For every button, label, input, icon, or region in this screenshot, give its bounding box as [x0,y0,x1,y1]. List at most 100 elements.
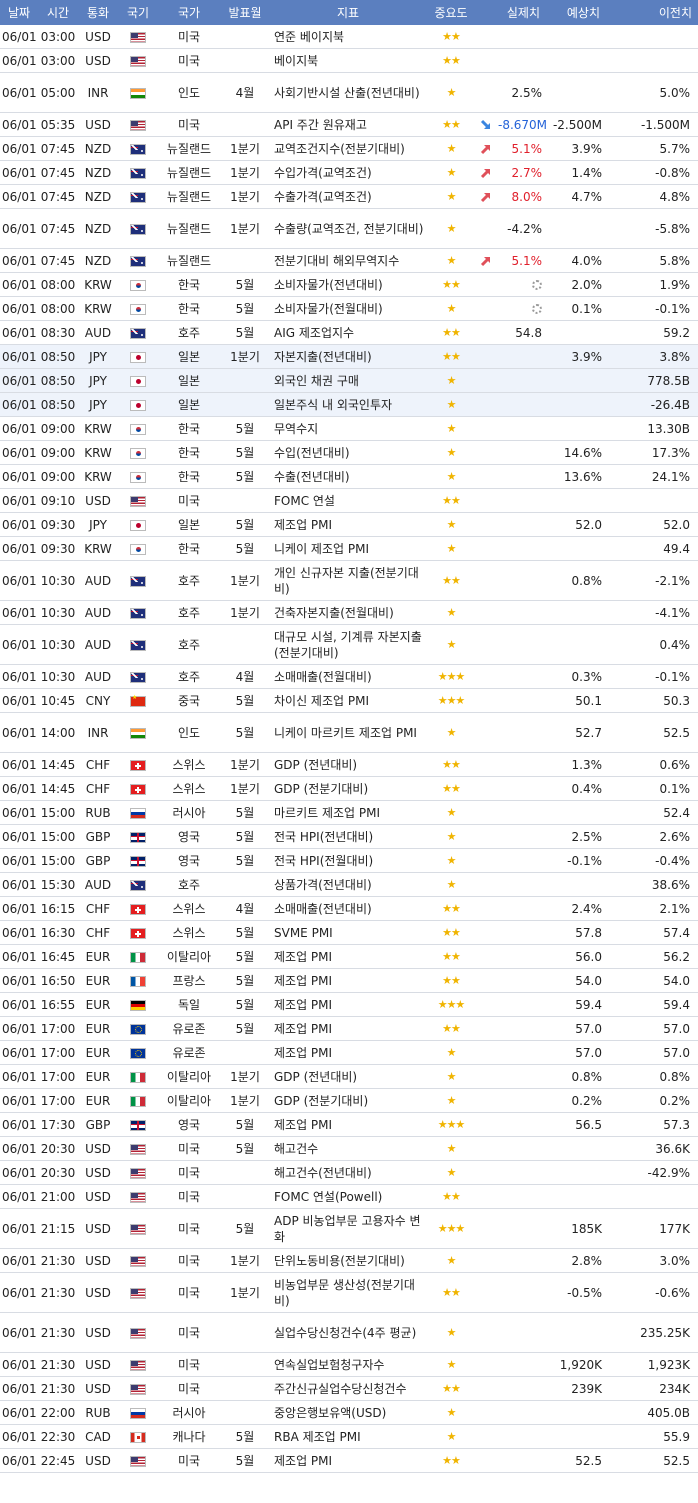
cell-indicator[interactable]: 소매매출(전년대비) [270,896,426,921]
table-row[interactable]: 06/01 10:30 AUD 호주 1분기 개인 신규자본 지출(전분기대비) ★★ 0.8… [0,560,698,601]
cell-indicator[interactable]: 소매매출(전월대비) [270,664,426,689]
table-row[interactable]: 06/01 03:00 USD 미국 베이지북 ★★ [0,48,698,73]
cell-indicator[interactable]: 제조업 PMI [270,1016,426,1041]
cell-indicator[interactable]: 교역조건지수(전분기대비) [270,136,426,161]
table-row[interactable]: 06/01 22:45 USD 미국 5월 제조업 PMI ★★ 52.5 52.5 [0,1448,698,1473]
table-row[interactable]: 06/01 09:00 KRW 한국 5월 수출(전년대비) ★ 13.6% 24.1% [0,464,698,489]
table-row[interactable]: 06/01 08:50 JPY 일본 외국인 채권 구매 ★ 778.5B [0,368,698,393]
header-actual[interactable]: 실제치 [496,0,546,25]
header-previous[interactable]: 이전치 [606,0,698,25]
cell-indicator[interactable]: FOMC 연설 [270,488,426,513]
table-row[interactable]: 06/01 08:30 AUD 호주 5월 AIG 제조업지수 ★★ 54.8 59.2 [0,320,698,345]
table-row[interactable]: 06/01 17:00 EUR 유로존 5월 제조업 PMI ★★ 57.0 57.0 [0,1016,698,1041]
cell-indicator[interactable]: AIG 제조업지수 [270,320,426,345]
table-row[interactable]: 06/01 10:30 AUD 호주 4월 소매매출(전월대비) ★★★ 0.3% -0.1% [0,664,698,689]
cell-indicator[interactable]: 주간신규실업수당신청건수 [270,1376,426,1401]
cell-indicator[interactable]: 무역수지 [270,416,426,441]
table-row[interactable]: 06/01 08:00 KRW 한국 5월 소비자물가(전월대비) ★ 0.1% -0.1% [0,296,698,321]
table-row[interactable]: 06/01 08:50 JPY 일본 1분기 자본지출(전년대비) ★★ 3.9% 3.8% [0,344,698,369]
cell-indicator[interactable]: 전국 HPI(전년대비) [270,824,426,849]
cell-indicator[interactable]: FOMC 연설(Powell) [270,1184,426,1209]
cell-indicator[interactable]: 제조업 PMI [270,1112,426,1137]
cell-indicator[interactable]: 차이신 제조업 PMI [270,688,426,713]
header-currency[interactable]: 통화 [78,0,118,25]
cell-indicator[interactable]: ADP 비농업부문 고용자수 변화 [270,1208,426,1249]
table-row[interactable]: 06/01 17:30 GBP 영국 5월 제조업 PMI ★★★ 56.5 57.3 [0,1112,698,1137]
table-row[interactable]: 06/01 07:45 NZD 뉴질랜드 1분기 교역조건지수(전분기대비) ★ 5.1% 3.… [0,136,698,161]
header-forecast[interactable]: 예상치 [546,0,606,25]
cell-indicator[interactable]: 일본주식 내 외국인투자 [270,392,426,417]
header-country[interactable]: 국가 [158,0,220,25]
table-row[interactable]: 06/01 20:30 USD 미국 해고건수(전년대비) ★ -42.9% [0,1160,698,1185]
table-row[interactable]: 06/01 17:00 EUR 유로존 제조업 PMI ★ 57.0 57.0 [0,1040,698,1065]
table-row[interactable]: 06/01 16:30 CHF 스위스 5월 SVME PMI ★★ 57.8 57.4 [0,920,698,945]
table-row[interactable]: 06/01 10:30 AUD 호주 1분기 건축자본지출(전월대비) ★ -4.1% [0,600,698,625]
cell-indicator[interactable]: 중앙은행보유액(USD) [270,1400,426,1425]
table-row[interactable]: 06/01 03:00 USD 미국 연준 베이지북 ★★ [0,25,698,49]
table-row[interactable]: 06/01 15:00 RUB 러시아 5월 마르키트 제조업 PMI ★ 52.4 [0,800,698,825]
cell-indicator[interactable]: 개인 신규자본 지출(전분기대비) [270,560,426,601]
table-row[interactable]: 06/01 17:00 EUR 이탈리아 1분기 GDP (전분기대비) ★ 0.2% 0.2% [0,1088,698,1113]
header-period[interactable]: 발표월 [220,0,270,25]
table-row[interactable]: 06/01 21:15 USD 미국 5월 ADP 비농업부문 고용자수 변화 ★★★ 185… [0,1208,698,1249]
table-row[interactable]: 06/01 22:00 RUB 러시아 중앙은행보유액(USD) ★ 405.0B [0,1400,698,1425]
cell-indicator[interactable]: GDP (전분기대비) [270,776,426,801]
table-row[interactable]: 06/01 16:45 EUR 이탈리아 5월 제조업 PMI ★★ 56.0 56.2 [0,944,698,969]
cell-indicator[interactable]: 수입(전년대비) [270,440,426,465]
cell-indicator[interactable]: 제조업 PMI [270,1040,426,1065]
header-flag[interactable]: 국기 [118,0,158,25]
table-row[interactable]: 06/01 08:50 JPY 일본 일본주식 내 외국인투자 ★ -26.4B [0,392,698,417]
table-row[interactable]: 06/01 07:45 NZD 뉴질랜드 1분기 수출량(교역조건, 전분기대비) ★ -4.… [0,208,698,249]
cell-indicator[interactable]: 니케이 마르키트 제조업 PMI [270,712,426,753]
header-indicator[interactable]: 지표 [270,0,426,25]
cell-indicator[interactable]: 비농업부문 생산성(전분기대비) [270,1272,426,1313]
cell-indicator[interactable]: GDP (전년대비) [270,1064,426,1089]
cell-indicator[interactable]: GDP (전년대비) [270,752,426,777]
cell-indicator[interactable]: 건축자본지출(전월대비) [270,600,426,625]
table-row[interactable]: 06/01 15:00 GBP 영국 5월 전국 HPI(전월대비) ★ -0.1% -0.4% [0,848,698,873]
table-row[interactable]: 06/01 16:50 EUR 프랑스 5월 제조업 PMI ★★ 54.0 54.0 [0,968,698,993]
cell-indicator[interactable]: API 주간 원유재고 [270,112,426,137]
table-row[interactable]: 06/01 21:30 USD 미국 실업수당신청건수(4주 평균) ★ 235.25K [0,1312,698,1353]
table-row[interactable]: 06/01 09:00 KRW 한국 5월 무역수지 ★ 13.30B [0,416,698,441]
cell-indicator[interactable]: 해고건수(전년대비) [270,1160,426,1185]
cell-indicator[interactable]: 전국 HPI(전월대비) [270,848,426,873]
cell-indicator[interactable]: 전분기대비 해외무역지수 [270,248,426,273]
cell-indicator[interactable]: 수출(전년대비) [270,464,426,489]
table-row[interactable]: 06/01 08:00 KRW 한국 5월 소비자물가(전년대비) ★★ 2.0% 1.9% [0,272,698,297]
table-row[interactable]: 06/01 21:30 USD 미국 1분기 단위노동비용(전분기대비) ★ 2.8% 3.0% [0,1248,698,1273]
table-row[interactable]: 06/01 21:00 USD 미국 FOMC 연설(Powell) ★★ [0,1184,698,1209]
cell-indicator[interactable]: 제조업 PMI [270,1448,426,1473]
cell-indicator[interactable]: 니케이 제조업 PMI [270,536,426,561]
header-date[interactable]: 날짜 [0,0,38,25]
table-row[interactable]: 06/01 10:30 AUD 호주 대규모 시설, 기계류 자본지출(전분기대비) ★ 0… [0,624,698,665]
cell-indicator[interactable]: 대규모 시설, 기계류 자본지출(전분기대비) [270,624,426,665]
table-row[interactable]: 06/01 09:30 KRW 한국 5월 니케이 제조업 PMI ★ 49.4 [0,536,698,561]
table-row[interactable]: 06/01 22:30 CAD 캐나다 5월 RBA 제조업 PMI ★ 55.9 [0,1424,698,1449]
table-row[interactable]: 06/01 07:45 NZD 뉴질랜드 1분기 수입가격(교역조건) ★ 2.7% 1.4% -… [0,160,698,185]
cell-indicator[interactable]: 제조업 PMI [270,944,426,969]
cell-indicator[interactable]: 마르키트 제조업 PMI [270,800,426,825]
table-row[interactable]: 06/01 17:00 EUR 이탈리아 1분기 GDP (전년대비) ★ 0.8% 0.8% [0,1064,698,1089]
table-row[interactable]: 06/01 21:30 USD 미국 주간신규실업수당신청건수 ★★ 239K 234K [0,1376,698,1401]
table-row[interactable]: 06/01 09:00 KRW 한국 5월 수입(전년대비) ★ 14.6% 17.3% [0,440,698,465]
cell-indicator[interactable]: 수출가격(교역조건) [270,184,426,209]
table-row[interactable]: 06/01 05:00 INR 인도 4월 사회기반시설 산출(전년대비) ★ 2.5% 5.0… [0,72,698,113]
table-row[interactable]: 06/0110:45CNY 중국5월차이신 제조업 PMI★★★ 50.150.3 [0,688,698,713]
cell-indicator[interactable]: 수출량(교역조건, 전분기대비) [270,208,426,249]
cell-indicator[interactable]: 자본지출(전년대비) [270,344,426,369]
table-row[interactable]: 06/01 14:00 INR 인도 5월 니케이 마르키트 제조업 PMI ★ 52.7 52… [0,712,698,753]
table-row[interactable]: 06/01 14:45 CHF 스위스 1분기 GDP (전분기대비) ★★ 0.4% 0.1% [0,776,698,801]
cell-indicator[interactable]: 연속실업보험청구자수 [270,1352,426,1377]
cell-indicator[interactable]: 소비자물가(전월대비) [270,296,426,321]
table-row[interactable]: 06/01 21:30 USD 미국 연속실업보험청구자수 ★ 1,920K 1,923K [0,1352,698,1377]
cell-indicator[interactable]: 상품가격(전년대비) [270,872,426,897]
table-row[interactable]: 06/01 07:45 NZD 뉴질랜드 전분기대비 해외무역지수 ★ 5.1% 4.0% 5.… [0,248,698,273]
cell-indicator[interactable]: 베이지북 [270,48,426,73]
table-row[interactable]: 06/01 21:30 USD 미국 1분기 비농업부문 생산성(전분기대비) ★★ -0.5… [0,1272,698,1313]
header-importance[interactable]: 중요도 [426,0,476,25]
cell-indicator[interactable]: 실업수당신청건수(4주 평균) [270,1312,426,1353]
table-row[interactable]: 06/01 05:35 USD 미국 API 주간 원유재고 ★★ -8.670M -2.50… [0,112,698,137]
header-time[interactable]: 시간 [38,0,78,25]
table-row[interactable]: 06/01 16:55 EUR 독일 5월 제조업 PMI ★★★ 59.4 59.4 [0,992,698,1017]
